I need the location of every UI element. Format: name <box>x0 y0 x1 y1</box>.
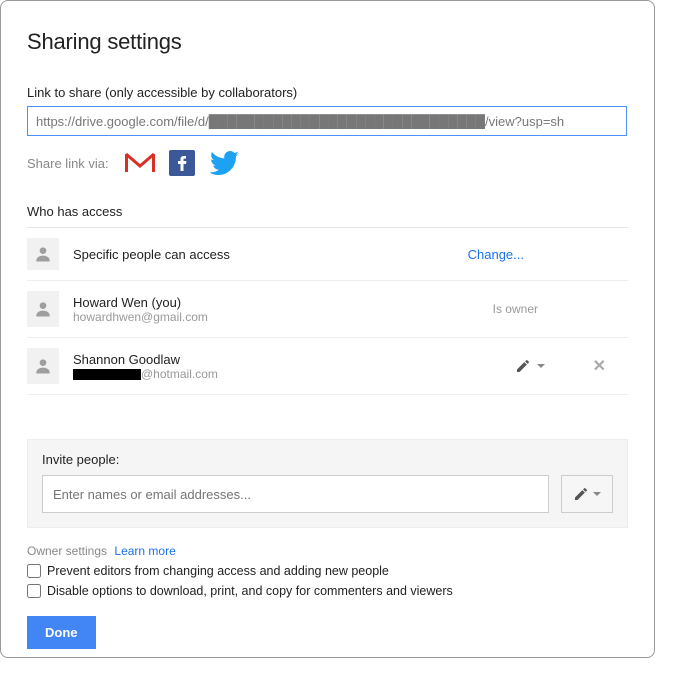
share-via-row: Share link via: <box>27 150 628 176</box>
chevron-down-icon <box>593 492 601 496</box>
learn-more-link[interactable]: Learn more <box>114 544 175 558</box>
person-avatar <box>27 291 59 327</box>
edit-permission-dropdown[interactable] <box>515 358 545 374</box>
person-email: howardhwen@gmail.com <box>73 310 493 324</box>
owner-settings-row: Owner settings Learn more <box>27 544 628 558</box>
access-person-row: Shannon Goodlaw @hotmail.com ✕ <box>27 338 628 395</box>
link-share-label: Link to share (only accessible by collab… <box>27 85 628 100</box>
disable-download-checkbox[interactable] <box>27 584 41 598</box>
twitter-icon[interactable] <box>209 151 239 175</box>
share-via-label: Share link via: <box>27 156 109 171</box>
access-list: Specific people can access Change... How… <box>27 227 628 395</box>
prevent-editors-checkbox-row[interactable]: Prevent editors from changing access and… <box>27 564 628 578</box>
facebook-icon[interactable] <box>169 150 195 176</box>
share-link-input[interactable] <box>27 106 627 136</box>
redacted-text <box>73 369 141 380</box>
who-has-access-label: Who has access <box>27 204 628 219</box>
invite-label: Invite people: <box>42 452 613 467</box>
checkbox-label: Prevent editors from changing access and… <box>47 564 389 578</box>
prevent-editors-checkbox[interactable] <box>27 564 41 578</box>
person-name: Howard Wen (you) <box>73 295 493 310</box>
access-person-row: Howard Wen (you) howardhwen@gmail.com Is… <box>27 281 628 338</box>
person-email: @hotmail.com <box>73 367 515 381</box>
access-visibility-row: Specific people can access Change... <box>27 228 628 281</box>
remove-person-button[interactable]: ✕ <box>593 356 606 376</box>
gmail-icon[interactable] <box>125 152 155 174</box>
invite-input[interactable] <box>42 475 549 513</box>
chevron-down-icon <box>537 364 545 368</box>
person-avatar <box>27 348 59 384</box>
invite-people-box: Invite people: <box>27 439 628 528</box>
visibility-icon <box>27 238 59 270</box>
disable-download-checkbox-row[interactable]: Disable options to download, print, and … <box>27 584 628 598</box>
role-label: Is owner <box>493 302 538 316</box>
person-name: Shannon Goodlaw <box>73 352 515 367</box>
change-visibility-link[interactable]: Change... <box>468 247 524 262</box>
done-button[interactable]: Done <box>27 616 96 649</box>
visibility-text: Specific people can access <box>73 247 468 262</box>
owner-settings-label: Owner settings <box>27 544 107 558</box>
dialog-title: Sharing settings <box>27 29 628 55</box>
sharing-settings-dialog: Sharing settings Link to share (only acc… <box>0 0 655 658</box>
checkbox-label: Disable options to download, print, and … <box>47 584 453 598</box>
invite-permission-button[interactable] <box>561 475 613 513</box>
